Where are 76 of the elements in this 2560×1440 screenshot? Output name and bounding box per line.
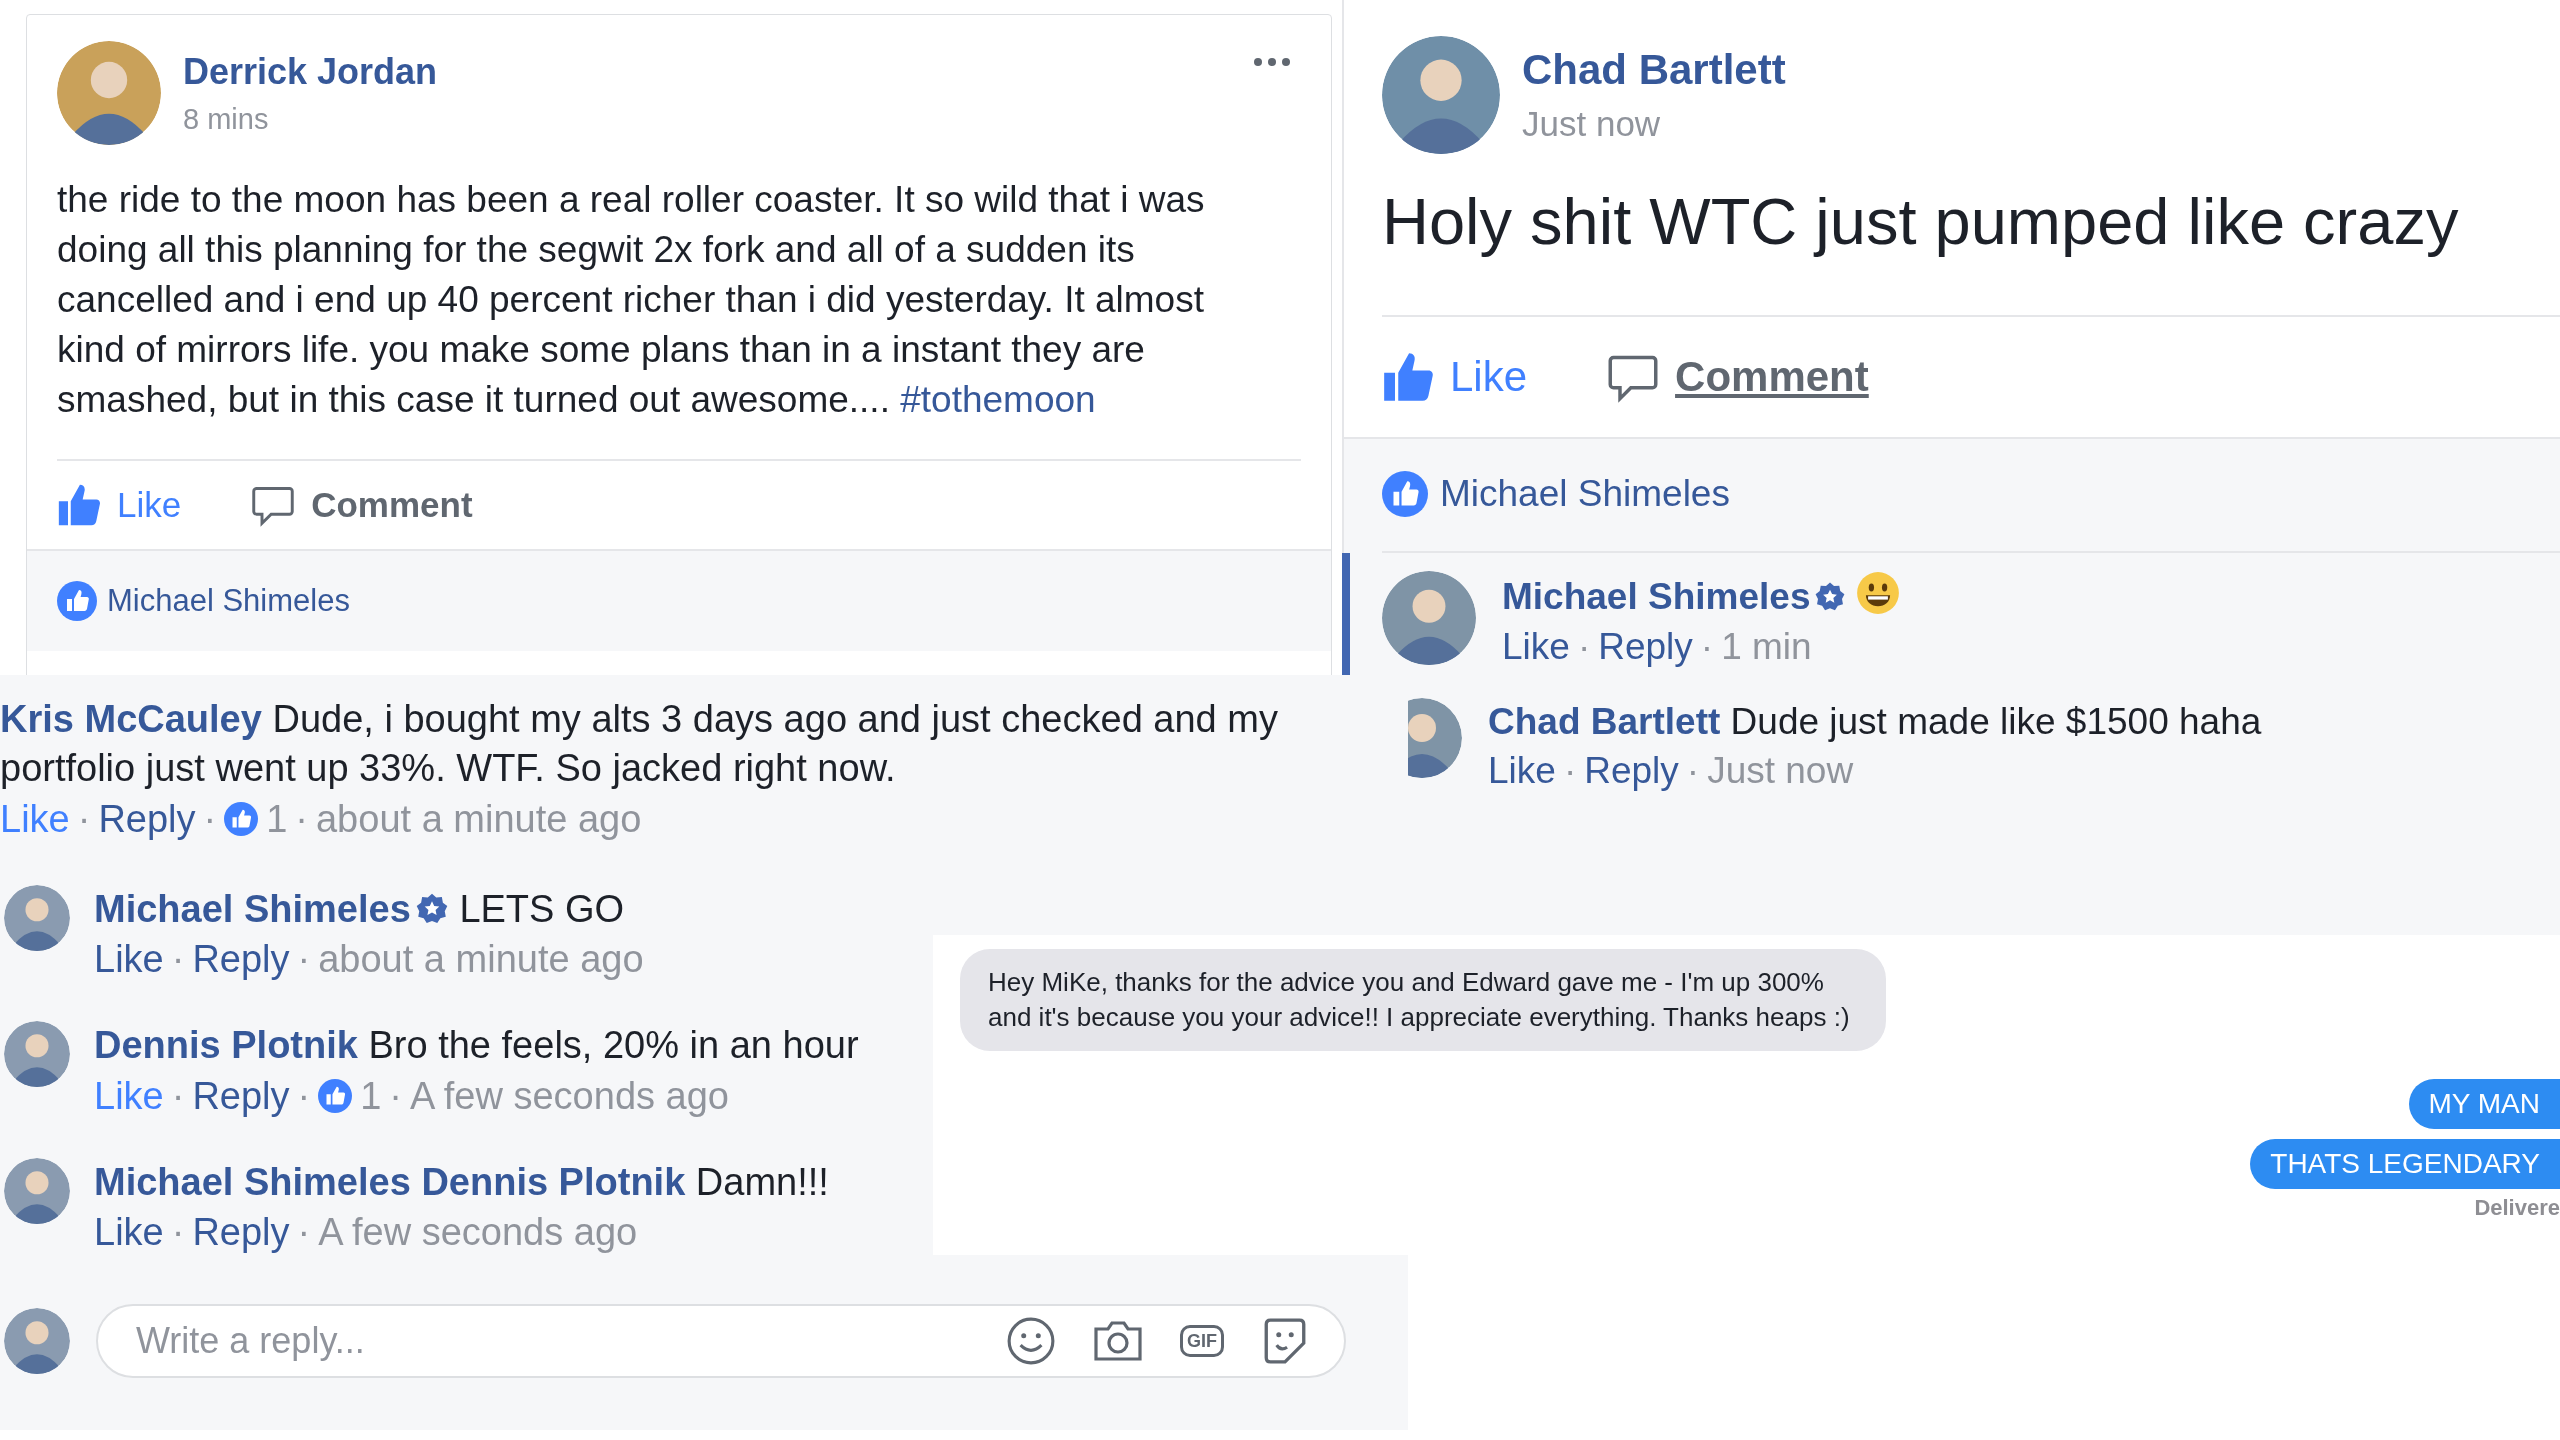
sent-message: THATS LEGENDARY <box>2250 1139 2560 1189</box>
post-time: Just now <box>1522 104 1662 144</box>
comment-time: A few seconds ago <box>318 1210 638 1254</box>
like-link[interactable]: Like <box>0 797 70 841</box>
comment-text: Dennis Plotnik Bro the feels, 20% in an hour <box>94 1023 859 1069</box>
reply-link[interactable]: Reply <box>192 1074 290 1118</box>
comment-time: about a minute ago <box>316 797 642 841</box>
author-link[interactable]: Michael Shimeles <box>94 1160 411 1203</box>
author-name[interactable]: Chad Bartlett <box>1522 46 1786 94</box>
thumbs-up-icon <box>57 483 101 527</box>
comment-time: 1 min <box>1721 625 1812 668</box>
received-message: Hey MiKe, thanks for the advice you and Edward gave me - I'm up 300% and it's because you your advice!! I appreciate everything. Thanks heaps :) <box>960 949 1886 1051</box>
comment-time: about a minute ago <box>318 938 644 982</box>
author-name[interactable]: Derrick Jordan <box>183 50 438 93</box>
comment-text: Michael Shimeles LETS GO <box>94 886 626 932</box>
author-link[interactable]: Chad Bartlett <box>1488 700 1721 742</box>
reply-link[interactable]: Reply <box>1584 749 1679 792</box>
separator: · <box>203 797 217 841</box>
post-text: Holy shit WTC just pumped like crazy <box>1381 184 2460 260</box>
sent-message: MY MAN <box>2408 1079 2560 1129</box>
comment-text: Michael Shimeles Dennis Plotnik Damn!!! <box>94 1159 829 1205</box>
gif-button[interactable]: GIF <box>1180 1324 1224 1357</box>
like-badge-icon <box>318 1079 353 1114</box>
reaction-count: 1 <box>266 797 288 841</box>
avatar <box>4 884 70 951</box>
comment-text: Kris McCauley Dude, i bought my alts 3 days ago and just checked and my portfolio just went up 33%. WTF. So jacked right now. <box>0 697 1279 792</box>
separator: · <box>171 938 185 982</box>
reply-link[interactable]: Reply <box>192 938 290 982</box>
comment-time: A few seconds ago <box>410 1074 729 1118</box>
separator: · <box>297 1074 311 1118</box>
separator: · <box>297 938 311 982</box>
separator: · <box>389 1074 402 1118</box>
reply-link[interactable]: Reply <box>192 1210 290 1254</box>
hashtag-link[interactable]: #tothemoon <box>900 379 1096 420</box>
like-link[interactable]: Like <box>94 1074 164 1118</box>
like-button[interactable]: Like <box>57 483 182 527</box>
separator: · <box>171 1074 185 1118</box>
reaction-count: 1 <box>360 1074 382 1118</box>
separator: · <box>297 1210 311 1254</box>
like-link[interactable]: Like <box>1488 749 1556 792</box>
author-link[interactable]: Michael Shimeles <box>1502 576 1811 618</box>
separator: · <box>1700 625 1714 668</box>
avatar <box>4 1157 70 1224</box>
like-link[interactable]: Like <box>94 938 164 982</box>
separator: · <box>1686 749 1700 792</box>
emoji-icon[interactable] <box>1006 1315 1056 1366</box>
avatar <box>4 1307 70 1374</box>
separator: · <box>1563 749 1577 792</box>
thumbs-up-icon <box>1382 351 1434 403</box>
more-options-icon[interactable] <box>1253 57 1291 67</box>
reply-link[interactable]: Reply <box>1598 625 1693 668</box>
post-time: 8 mins <box>183 102 270 136</box>
liker-name[interactable]: Michael Shimeles <box>107 583 350 619</box>
separator: · <box>295 797 308 841</box>
reply-link[interactable]: Reply <box>98 797 196 841</box>
author-link[interactable]: Kris McCauley <box>0 698 262 740</box>
like-link[interactable]: Like <box>94 1210 164 1254</box>
comment-button[interactable]: Comment <box>251 483 473 527</box>
comment-button[interactable]: Comment <box>1607 351 1869 403</box>
author-link[interactable]: Michael Shimeles <box>94 887 411 930</box>
author-link[interactable]: Dennis Plotnik <box>94 1024 358 1067</box>
post-text: the ride to the moon has been a real roller coaster. It so wild that i was doing all this planning for the segwit 2x fork and all of a sudden its cancelled and i end up 40 percent richer than i did yesterday. It almost kind of mirrors life. you make some plans than in a instant they are smashed, but in this case it turned out awesome.... #tothemoon <box>56 178 1206 422</box>
separator: · <box>77 797 91 841</box>
delivery-status: Delivere <box>2474 1195 2560 1221</box>
like-badge-icon <box>57 581 97 621</box>
mention-link[interactable]: Dennis Plotnik <box>421 1160 686 1203</box>
like-link[interactable]: Like <box>1502 625 1570 668</box>
avatar <box>4 1021 70 1088</box>
comment-time: Just now <box>1707 749 1854 792</box>
like-badge-icon <box>224 802 259 837</box>
separator: · <box>171 1210 185 1254</box>
like-button[interactable]: Like <box>1382 351 1528 403</box>
comment-text: Chad Bartlett Dude just made like $1500 haha <box>1488 699 2262 744</box>
separator: · <box>1577 625 1591 668</box>
liker-name[interactable]: Michael Shimeles <box>1440 473 1730 515</box>
like-badge-icon <box>1382 471 1428 517</box>
